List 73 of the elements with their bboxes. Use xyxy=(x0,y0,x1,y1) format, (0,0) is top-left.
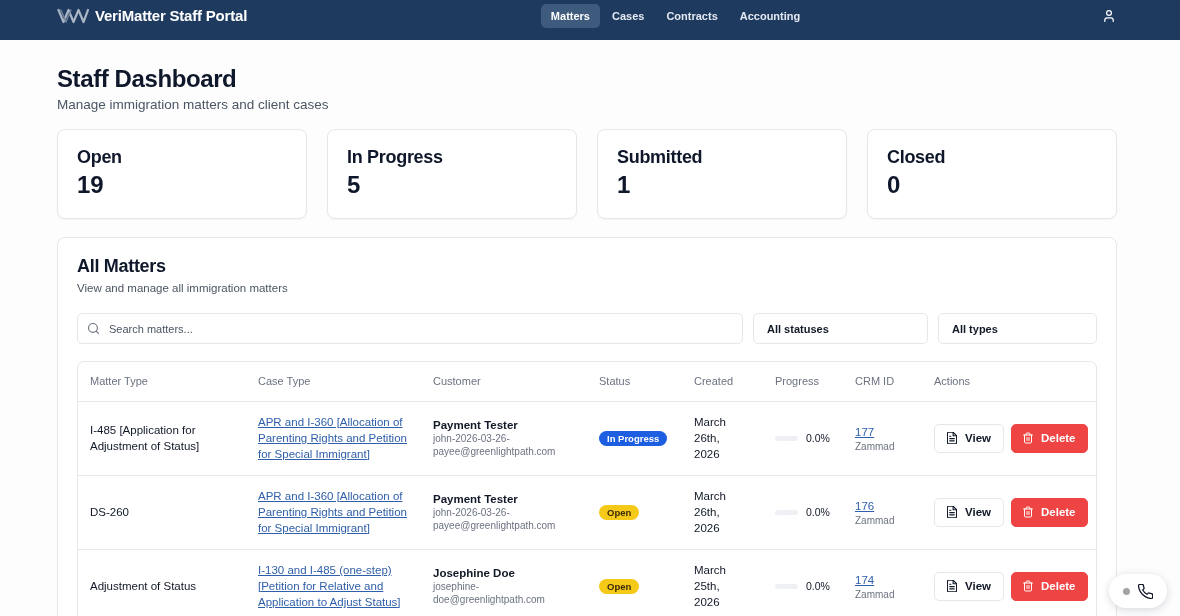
stat-label: Submitted xyxy=(617,146,703,168)
case-type-link[interactable]: APR and I-360 [Allocation of Parenting Rights and Petition for Special Immigrant] xyxy=(258,414,409,462)
customer-email: john-2026-03-26-payee@greenlightpath.com xyxy=(433,432,557,458)
column-header: Actions xyxy=(922,362,1096,401)
customer-email: josephine-doe@greenlightpath.com xyxy=(433,580,546,606)
stat-label: In Progress xyxy=(347,146,443,168)
search-field[interactable]: Search matters... xyxy=(77,313,743,344)
crm-source: Zammad xyxy=(855,587,896,601)
crm-source: Zammad xyxy=(855,513,896,527)
created-date: March 25th, 2026 xyxy=(694,563,726,610)
view-button[interactable]: View xyxy=(934,571,1004,601)
filter-dropdown[interactable]: All statuses xyxy=(753,313,928,344)
delete-button[interactable]: Delete xyxy=(1011,497,1088,527)
column-header: Customer xyxy=(421,362,587,401)
delete-button[interactable]: Delete xyxy=(1011,423,1088,453)
matter-type: DS-260 xyxy=(90,506,129,518)
logo-icon xyxy=(57,7,89,24)
created-date: March 26th, 2026 xyxy=(694,415,726,462)
created-date: March 26th, 2026 xyxy=(694,489,726,536)
document-icon xyxy=(947,580,957,592)
customer-name: Josephine Doe xyxy=(433,566,516,580)
matter-type: Adjustment of Status xyxy=(90,580,197,592)
delete-button[interactable]: Delete xyxy=(1011,571,1088,601)
stat-value: 5 xyxy=(347,170,361,200)
page-subtitle: Manage immigration matters and client cases xyxy=(57,96,330,114)
document-icon xyxy=(947,432,957,444)
nav-tab[interactable]: Cases xyxy=(602,3,655,28)
crm-id-link[interactable]: 174 xyxy=(855,572,875,587)
stat-label: Closed xyxy=(887,146,946,168)
status-dot-icon xyxy=(1123,587,1130,595)
case-type-link[interactable]: I-130 and I-485 (one-step) [Petition for Relative and Application to Adjust Status] xyxy=(258,562,409,610)
filter-dropdown[interactable]: All types xyxy=(938,313,1097,344)
stat-label: Open xyxy=(77,146,122,168)
stat-value: 0 xyxy=(887,170,901,200)
progress-percent: 0.0% xyxy=(806,431,830,446)
brand-name: VeriMatter Staff Portal xyxy=(95,7,248,24)
matter-type: I-485 [Application for Adjustment of Status] xyxy=(90,424,200,452)
trash-icon xyxy=(1023,432,1033,444)
customer-name: Payment Tester xyxy=(433,418,519,432)
nav-tab[interactable]: Matters xyxy=(540,3,600,28)
stat-value: 19 xyxy=(77,170,104,200)
column-header: Matter Type xyxy=(78,362,246,401)
call-widget-button[interactable] xyxy=(1109,574,1167,608)
trash-icon xyxy=(1023,506,1033,518)
trash-icon xyxy=(1023,580,1033,592)
phone-icon xyxy=(1138,583,1153,599)
progress-percent: 0.0% xyxy=(806,505,830,520)
document-icon xyxy=(947,506,957,518)
view-button[interactable]: View xyxy=(934,423,1004,453)
stat-value: 1 xyxy=(617,170,631,200)
customer-email: john-2026-03-26-payee@greenlightpath.com xyxy=(433,506,557,532)
crm-id-link[interactable]: 176 xyxy=(855,498,875,513)
page-title: Staff Dashboard xyxy=(57,64,238,94)
nav-tab[interactable]: Accounting xyxy=(729,3,811,28)
crm-id-link[interactable]: 177 xyxy=(855,424,875,439)
status-badge: Open xyxy=(599,579,640,594)
column-header: CRM ID xyxy=(843,362,922,401)
column-header: Case Type xyxy=(246,362,421,401)
panel-title: All Matters xyxy=(77,255,167,278)
crm-source: Zammad xyxy=(855,439,896,453)
nav-tab[interactable]: Contracts xyxy=(656,3,728,28)
user-icon[interactable] xyxy=(1104,9,1114,22)
search-icon xyxy=(88,323,99,334)
status-badge: Open xyxy=(599,505,640,520)
progress-percent: 0.0% xyxy=(806,579,830,594)
column-header: Created xyxy=(682,362,763,401)
case-type-link[interactable]: APR and I-360 [Allocation of Parenting Rights and Petition for Special Immigrant] xyxy=(258,488,409,536)
panel-subtitle: View and manage all immigration matters xyxy=(77,281,289,296)
column-header: Status xyxy=(587,362,682,401)
status-badge: In Progress xyxy=(599,431,668,446)
customer-name: Payment Tester xyxy=(433,492,519,506)
column-header: Progress xyxy=(763,362,843,401)
view-button[interactable]: View xyxy=(934,497,1004,527)
